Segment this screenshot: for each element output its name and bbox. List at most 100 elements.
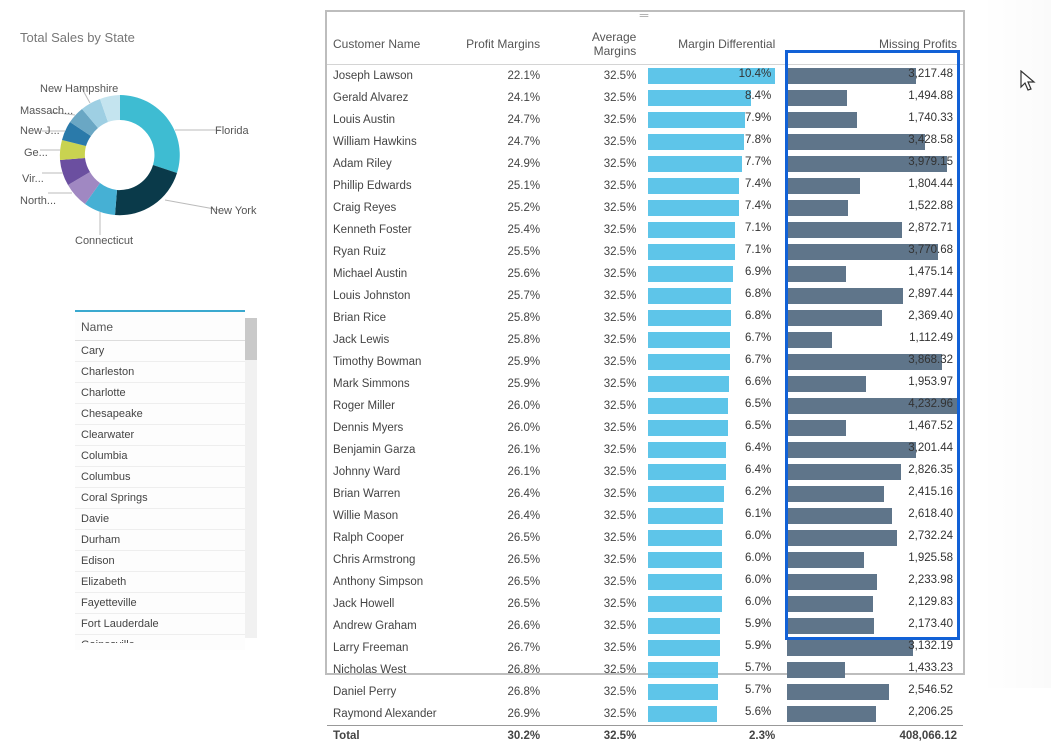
cell-mp: 3,979.15: [781, 153, 963, 175]
cell-md: 5.7%: [642, 681, 781, 703]
slicer-item[interactable]: Coral Springs: [75, 488, 245, 509]
cell-mp: 3,770.68: [781, 241, 963, 263]
cell-am: 32.5%: [546, 703, 642, 726]
col-margin-differential[interactable]: Margin Differential: [642, 12, 781, 65]
col-profit-margins[interactable]: Profit Margins: [455, 12, 546, 65]
slicer-item[interactable]: Fayetteville: [75, 593, 245, 614]
total-am: 32.5%: [546, 726, 642, 746]
table-row[interactable]: Larry Freeman26.7%32.5%5.9%3,132.19: [327, 637, 963, 659]
cell-am: 32.5%: [546, 483, 642, 505]
label-newj: New J...: [20, 125, 60, 137]
drag-handle-icon[interactable]: ═: [628, 11, 662, 19]
cell-name: Michael Austin: [327, 263, 455, 285]
cell-pm: 24.7%: [455, 109, 546, 131]
cell-name: Chris Armstrong: [327, 549, 455, 571]
col-missing-profits[interactable]: Missing Profits: [781, 12, 963, 65]
table-row[interactable]: Anthony Simpson26.5%32.5%6.0%2,233.98: [327, 571, 963, 593]
table-row[interactable]: Ryan Ruiz25.5%32.5%7.1%3,770.68: [327, 241, 963, 263]
table-row[interactable]: Jack Howell26.5%32.5%6.0%2,129.83: [327, 593, 963, 615]
cell-md: 7.7%: [642, 153, 781, 175]
cell-mp: 3,217.48: [781, 65, 963, 88]
cell-md: 6.8%: [642, 285, 781, 307]
cell-pm: 25.1%: [455, 175, 546, 197]
cell-md: 7.8%: [642, 131, 781, 153]
cell-mp: 2,206.25: [781, 703, 963, 726]
table-row[interactable]: William Hawkins24.7%32.5%7.8%3,428.58: [327, 131, 963, 153]
slicer-item[interactable]: Fort Lauderdale: [75, 614, 245, 635]
table-row[interactable]: Raymond Alexander26.9%32.5%5.6%2,206.25: [327, 703, 963, 726]
table-row[interactable]: Mark Simmons25.9%32.5%6.6%1,953.97: [327, 373, 963, 395]
cell-name: William Hawkins: [327, 131, 455, 153]
table-row[interactable]: Andrew Graham26.6%32.5%5.9%2,173.40: [327, 615, 963, 637]
slicer-item[interactable]: Chesapeake: [75, 404, 245, 425]
cell-md: 6.0%: [642, 571, 781, 593]
slicer-item[interactable]: Edison: [75, 551, 245, 572]
cell-pm: 25.7%: [455, 285, 546, 307]
cell-name: Mark Simmons: [327, 373, 455, 395]
table-row[interactable]: Gerald Alvarez24.1%32.5%8.4%1,494.88: [327, 87, 963, 109]
table-row[interactable]: Michael Austin25.6%32.5%6.9%1,475.14: [327, 263, 963, 285]
table-row[interactable]: Brian Warren26.4%32.5%6.2%2,415.16: [327, 483, 963, 505]
table-row[interactable]: Louis Austin24.7%32.5%7.9%1,740.33: [327, 109, 963, 131]
table-row[interactable]: Roger Miller26.0%32.5%6.5%4,232.96: [327, 395, 963, 417]
cell-name: Louis Austin: [327, 109, 455, 131]
total-pm: 30.2%: [455, 726, 546, 746]
table-row[interactable]: Phillip Edwards25.1%32.5%7.4%1,804.44: [327, 175, 963, 197]
slicer-item[interactable]: Clearwater: [75, 425, 245, 446]
table-row[interactable]: Louis Johnston25.7%32.5%6.8%2,897.44: [327, 285, 963, 307]
donut-chart[interactable]: Florida New York Connecticut North... Vi…: [20, 55, 270, 255]
table-row[interactable]: Johnny Ward26.1%32.5%6.4%2,826.35: [327, 461, 963, 483]
table-row[interactable]: Ralph Cooper26.5%32.5%6.0%2,732.24: [327, 527, 963, 549]
cell-am: 32.5%: [546, 417, 642, 439]
table-row[interactable]: Brian Rice25.8%32.5%6.8%2,369.40: [327, 307, 963, 329]
cell-name: Gerald Alvarez: [327, 87, 455, 109]
slicer-item[interactable]: Elizabeth: [75, 572, 245, 593]
slicer-item[interactable]: Charleston: [75, 362, 245, 383]
slicer-item[interactable]: Davie: [75, 509, 245, 530]
table-row[interactable]: Willie Mason26.4%32.5%6.1%2,618.40: [327, 505, 963, 527]
table-row[interactable]: Jack Lewis25.8%32.5%6.7%1,112.49: [327, 329, 963, 351]
table-row[interactable]: Timothy Bowman25.9%32.5%6.7%3,868.32: [327, 351, 963, 373]
table-row[interactable]: Daniel Perry26.8%32.5%5.7%2,546.52: [327, 681, 963, 703]
cell-name: Joseph Lawson: [327, 65, 455, 88]
slicer-item[interactable]: Gainesville: [75, 635, 245, 643]
cell-name: Johnny Ward: [327, 461, 455, 483]
label-vir: Vir...: [22, 173, 44, 185]
label-massach: Massach...: [20, 105, 73, 117]
cell-am: 32.5%: [546, 681, 642, 703]
cell-am: 32.5%: [546, 571, 642, 593]
name-slicer[interactable]: Name CaryCharlestonCharlotteChesapeakeCl…: [75, 310, 245, 650]
cell-pm: 25.5%: [455, 241, 546, 263]
cell-am: 32.5%: [546, 351, 642, 373]
slicer-item[interactable]: Columbus: [75, 467, 245, 488]
table-row[interactable]: Nicholas West26.8%32.5%5.7%1,433.23: [327, 659, 963, 681]
slicer-item[interactable]: Cary: [75, 341, 245, 362]
cell-md: 6.4%: [642, 439, 781, 461]
cell-pm: 26.4%: [455, 483, 546, 505]
table-row[interactable]: Craig Reyes25.2%32.5%7.4%1,522.88: [327, 197, 963, 219]
total-label: Total: [327, 726, 455, 746]
cell-name: Raymond Alexander: [327, 703, 455, 726]
customer-table-visual[interactable]: ═ Customer Name Profit Margins Average M…: [325, 10, 965, 675]
slicer-scrollbar[interactable]: [245, 318, 257, 638]
cell-mp: 1,475.14: [781, 263, 963, 285]
slicer-item[interactable]: Durham: [75, 530, 245, 551]
slicer-scroll-thumb[interactable]: [245, 318, 257, 360]
col-customer[interactable]: Customer Name: [327, 12, 455, 65]
col-average-margins[interactable]: Average Margins: [546, 12, 642, 65]
slicer-item[interactable]: Columbia: [75, 446, 245, 467]
sales-by-state-chart[interactable]: Total Sales by State: [20, 30, 300, 290]
cell-pm: 26.5%: [455, 593, 546, 615]
slicer-item[interactable]: Charlotte: [75, 383, 245, 404]
table-row[interactable]: Dennis Myers26.0%32.5%6.5%1,467.52: [327, 417, 963, 439]
table-row[interactable]: Kenneth Foster25.4%32.5%7.1%2,872.71: [327, 219, 963, 241]
cell-pm: 25.2%: [455, 197, 546, 219]
table-row[interactable]: Benjamin Garza26.1%32.5%6.4%3,201.44: [327, 439, 963, 461]
cell-name: Andrew Graham: [327, 615, 455, 637]
cell-name: Nicholas West: [327, 659, 455, 681]
cell-am: 32.5%: [546, 505, 642, 527]
cell-name: Roger Miller: [327, 395, 455, 417]
table-row[interactable]: Chris Armstrong26.5%32.5%6.0%1,925.58: [327, 549, 963, 571]
table-row[interactable]: Joseph Lawson22.1%32.5%10.4%3,217.48: [327, 65, 963, 88]
table-row[interactable]: Adam Riley24.9%32.5%7.7%3,979.15: [327, 153, 963, 175]
